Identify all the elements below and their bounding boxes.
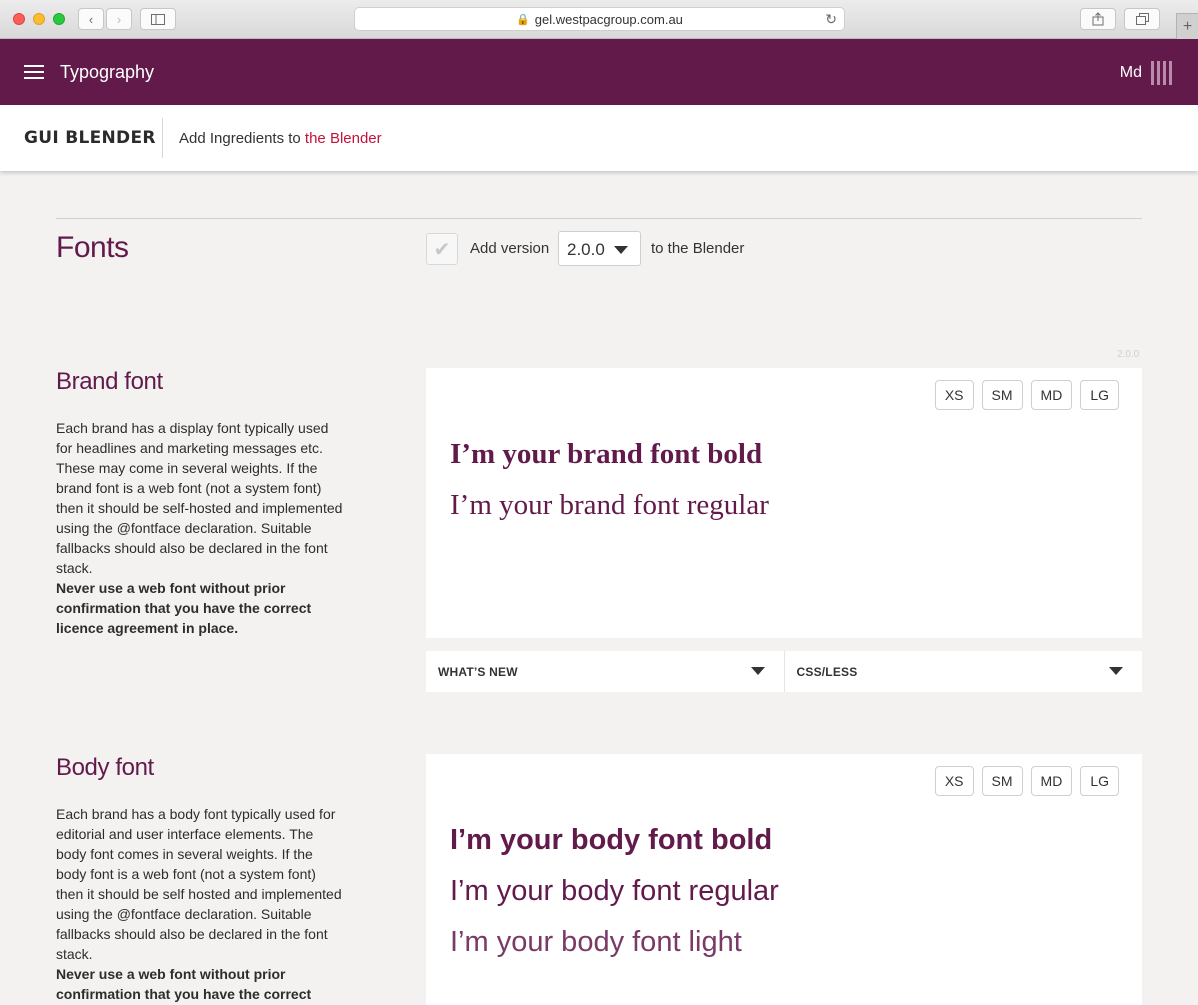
blender-instructions: Add Ingredients to the Blender — [179, 130, 382, 147]
body-font-light-sample: I’m your body font light — [450, 926, 742, 958]
body-font-heading: Body font — [56, 754, 154, 781]
body-font-warning: Never use a web font without prior confi… — [56, 966, 312, 1002]
reload-icon[interactable]: ↻ — [825, 11, 837, 28]
section-divider — [56, 218, 1142, 219]
version-tag: 2.0.0 — [1117, 349, 1140, 360]
css-less-accordion[interactable]: CSS/LESS — [784, 651, 1142, 692]
size-sm-button[interactable]: SM — [981, 766, 1023, 796]
gui-blender-logo[interactable]: GUI BLENDER — [24, 128, 156, 148]
address-bar[interactable]: 🔒 gel.westpacgroup.com.au ↻ — [354, 7, 845, 31]
size-sm-button[interactable]: SM — [981, 380, 1023, 410]
close-window-button[interactable] — [13, 13, 25, 25]
tabs-overview-button[interactable] — [1124, 8, 1160, 30]
share-button[interactable] — [1080, 8, 1116, 30]
version-select-value: 2.0.0 — [567, 240, 605, 259]
caret-down-icon — [1109, 667, 1123, 675]
blender-instructions-text: Add Ingredients to — [179, 130, 305, 147]
body-font-regular-sample: I’m your body font regular — [450, 875, 779, 907]
app-header: Typography Md — [0, 39, 1198, 105]
add-version-checkbox[interactable]: ✔ — [426, 233, 458, 265]
size-xs-button[interactable]: XS — [934, 766, 974, 796]
size-md-button[interactable]: MD — [1030, 766, 1073, 796]
zoom-window-button[interactable] — [53, 13, 65, 25]
size-xs-button[interactable]: XS — [934, 380, 974, 410]
caret-down-icon — [750, 667, 765, 675]
minimize-window-button[interactable] — [33, 13, 45, 25]
brand-font-warning: Never use a web font without prior confi… — [56, 580, 312, 636]
brand-font-accordions: WHAT’S NEW CSS/LESS — [426, 651, 1142, 692]
version-select[interactable]: 2.0.0 — [558, 231, 641, 266]
brand-font-heading: Brand font — [56, 368, 163, 395]
whats-new-label: WHAT’S NEW — [438, 665, 518, 679]
brand-font-desc-text: Each brand has a display font typically … — [56, 420, 343, 576]
sidebar-toggle-button[interactable] — [140, 8, 176, 30]
plus-icon: + — [1182, 17, 1193, 35]
brand-font-preview-panel: XS SM MD LG I’m your brand font bold I’m… — [426, 368, 1142, 638]
chevron-right-icon: › — [116, 11, 122, 27]
size-lg-button[interactable]: LG — [1080, 766, 1119, 796]
tabs-icon — [1135, 13, 1149, 25]
body-font-preview-panel: XS SM MD LG I’m your body font bold I’m … — [426, 754, 1142, 1005]
back-button[interactable]: ‹ — [78, 8, 104, 30]
blender-bar: GUI BLENDER Add Ingredients to the Blend… — [0, 105, 1198, 171]
size-lg-button[interactable]: LG — [1080, 380, 1119, 410]
blender-link[interactable]: the Blender — [305, 130, 382, 147]
share-icon — [1092, 12, 1104, 26]
brand-font-bold-sample: I’m your brand font bold — [450, 438, 763, 470]
address-url: gel.westpacgroup.com.au — [534, 11, 683, 27]
browser-toolbar: ‹ › 🔒 gel.westpacgroup.com.au ↻ + — [0, 0, 1198, 39]
size-md-button[interactable]: MD — [1030, 380, 1073, 410]
page-title: Typography — [60, 62, 155, 82]
divider — [162, 118, 163, 158]
chevron-left-icon: ‹ — [88, 11, 94, 27]
css-less-label: CSS/LESS — [796, 665, 858, 679]
add-version-label: Add version — [470, 240, 550, 257]
size-switcher: XS SM MD LG — [934, 380, 1119, 410]
to-blender-label: to the Blender — [651, 240, 745, 257]
checkmark-icon: ✔ — [433, 238, 451, 261]
whats-new-accordion[interactable]: WHAT’S NEW — [426, 651, 784, 692]
size-switcher: XS SM MD LG — [934, 766, 1119, 796]
body-font-description: Each brand has a body font typically use… — [56, 804, 346, 1004]
caret-down-icon — [614, 246, 628, 254]
body-font-bold-sample: I’m your body font bold — [450, 824, 773, 856]
sidebar-icon — [151, 13, 165, 25]
body-font-desc-text: Each brand has a body font typically use… — [56, 806, 342, 962]
brand-font-regular-sample: I’m your brand font regular — [450, 489, 769, 521]
brand-font-description: Each brand has a display font typically … — [56, 418, 346, 638]
forward-button[interactable]: › — [106, 8, 132, 30]
fonts-heading: Fonts — [56, 231, 129, 264]
breakpoint-label: Md — [1119, 64, 1142, 81]
lock-icon: 🔒 — [516, 13, 530, 26]
menu-icon[interactable] — [24, 65, 44, 79]
breakpoint-bars-icon — [1151, 61, 1172, 85]
new-tab-button[interactable]: + — [1176, 13, 1198, 39]
